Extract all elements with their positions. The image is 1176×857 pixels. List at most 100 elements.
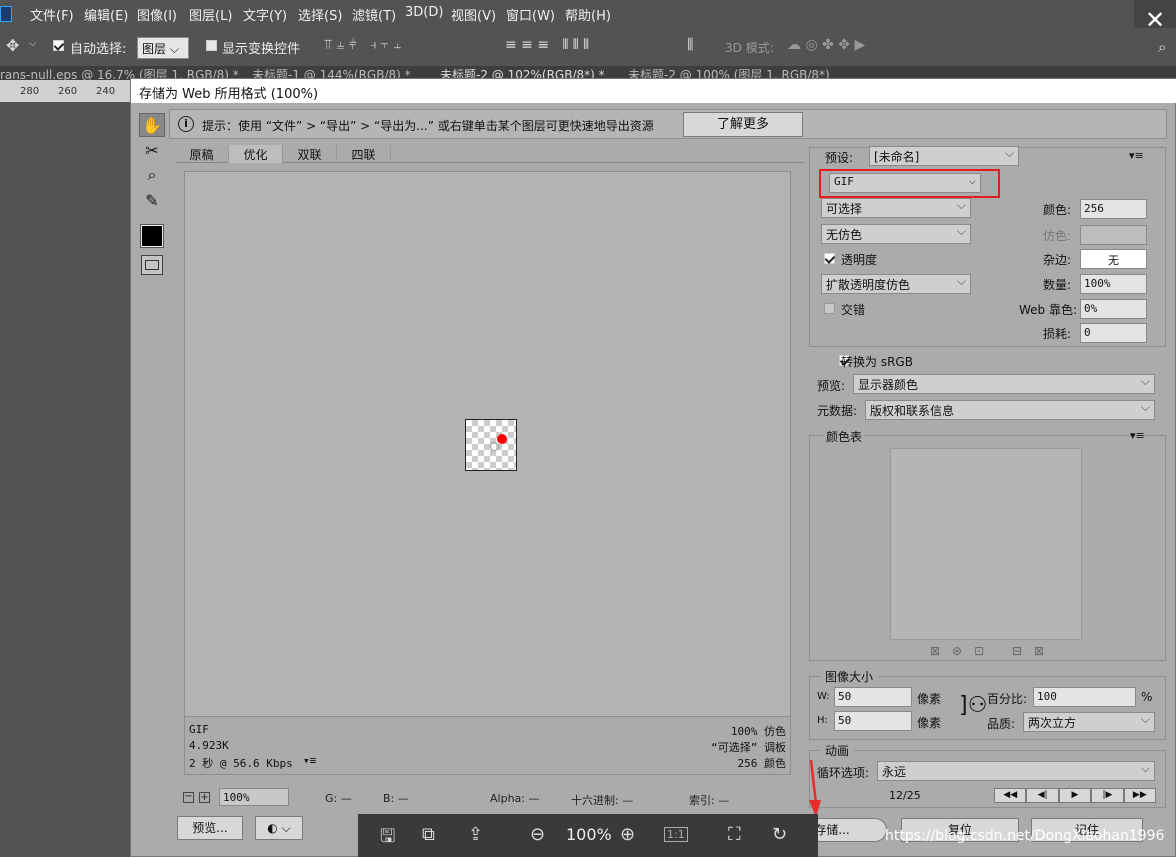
auto-select-label: 自动选择: — [70, 42, 127, 57]
auto-align-icon[interactable]: ⫼ — [687, 37, 693, 53]
format-select[interactable]: GIF — [829, 173, 981, 193]
search-icon[interactable]: ⌕ — [1158, 38, 1166, 56]
tab-4-up[interactable]: 四联 — [337, 145, 391, 163]
browser-select-button[interactable]: ◐ ⌵ — [255, 816, 303, 840]
red-arrow-annotation — [809, 760, 821, 817]
auto-select-checkbox[interactable] — [53, 40, 64, 51]
matte-label: 杂边: — [1043, 253, 1072, 267]
show-transform-label: 显示变换控件 — [222, 42, 301, 57]
info-colors: 256 颜色 — [737, 757, 787, 770]
amount-input[interactable]: 100% — [1080, 274, 1147, 294]
toggle-slices-icon[interactable] — [141, 255, 163, 275]
convert-srgb-label: 转换为 sRGB — [841, 355, 913, 369]
info-size: 4.923K — [189, 739, 229, 752]
width-input[interactable]: 50 — [834, 687, 912, 707]
preview-mode-select[interactable]: 显示器颜色 — [853, 374, 1155, 394]
transparency-checkbox[interactable] — [824, 253, 835, 264]
percent-sign: % — [1141, 690, 1153, 704]
menu-type[interactable]: 文字(Y) — [243, 5, 287, 24]
eyedropper-tool-icon[interactable]: ✎ — [139, 189, 165, 213]
play-icon[interactable]: ▶ — [1058, 788, 1092, 803]
last-frame-icon[interactable]: ▶▶ — [1123, 788, 1157, 803]
quality-select[interactable]: 两次立方 — [1023, 712, 1155, 732]
zoom-out-icon[interactable]: ⊖ — [530, 824, 545, 845]
save-icon[interactable]: 🖫 — [380, 824, 395, 854]
panel-menu-icon[interactable]: ▾≡ — [1129, 149, 1144, 162]
metadata-select[interactable]: 版权和联系信息 — [865, 400, 1155, 420]
open-external-icon[interactable]: ⧉ — [422, 824, 435, 845]
align-icons-group-1[interactable]: ⫪ ⫨ ⫩ ⫞ ⫟ ⫠ — [324, 37, 401, 53]
menu-layer[interactable]: 图层(L) — [189, 5, 232, 24]
distribute-icons-group[interactable]: ≡ ≡ ≡ ⫴ ⫴ ⫴ — [505, 37, 589, 53]
tip-text: 提示：使用 “文件” > “导出” > “导出为...” 或右键单击某个图层可更… — [202, 119, 654, 133]
lossy-input[interactable]: 0 — [1080, 323, 1147, 343]
menu-window[interactable]: 窗口(W) — [506, 5, 555, 24]
next-frame-icon[interactable]: |▶ — [1091, 788, 1124, 803]
menu-image[interactable]: 图像(I) — [137, 5, 177, 24]
preset-label: 预设: — [825, 151, 854, 165]
menu-select[interactable]: 选择(S) — [298, 5, 342, 24]
tab-optimized[interactable]: 优化 — [229, 145, 283, 163]
preset-select[interactable]: [未命名] — [869, 146, 1019, 166]
animation-title: 动画 — [820, 742, 855, 759]
link-proportions-icon[interactable]: ]⚇ — [959, 693, 987, 718]
layer-select[interactable]: 图层 ⌵ — [137, 37, 189, 59]
transparency-dither-select[interactable]: 扩散透明度仿色 — [821, 274, 971, 294]
matte-select[interactable]: 无 — [1080, 249, 1147, 269]
info-format: GIF — [189, 723, 209, 736]
interlace-checkbox[interactable] — [824, 303, 835, 314]
web-snap-input[interactable]: 0% — [1080, 299, 1147, 319]
dither-amount-input[interactable] — [1080, 225, 1147, 245]
zoom-tool-icon[interactable]: ⌕ — [139, 163, 165, 187]
move-tool-icon[interactable]: ✥ — [6, 36, 19, 55]
colors-label: 颜色: — [1043, 203, 1072, 217]
zoom-out-icon[interactable]: − — [183, 792, 194, 803]
color-table-title: 颜色表 — [824, 428, 865, 445]
eyedropper-color-swatch[interactable] — [140, 224, 164, 248]
percent-input[interactable]: 100 — [1033, 687, 1136, 707]
menu-view[interactable]: 视图(V) — [451, 5, 496, 24]
share-icon[interactable]: ⇪ — [468, 824, 483, 845]
dither-algorithm-select[interactable]: 无仿色 — [821, 224, 971, 244]
tab-2-up[interactable]: 双联 — [283, 145, 337, 163]
menu-bar: 文件(F) 编辑(E) 图像(I) 图层(L) 文字(Y) 选择(S) 滤镜(T… — [0, 0, 1176, 28]
menu-edit[interactable]: 编辑(E) — [84, 5, 128, 24]
rotate-icon[interactable]: ↻ — [772, 824, 787, 845]
zoom-in-icon[interactable]: + — [199, 792, 210, 803]
red-dot-mark — [497, 434, 507, 444]
previous-frame-icon[interactable]: ◀| — [1026, 788, 1059, 803]
menu-3d[interactable]: 3D(D) — [405, 5, 443, 20]
browser-icon: ◐ — [267, 821, 278, 835]
image-thumbnail — [465, 419, 517, 471]
height-input[interactable]: 50 — [834, 711, 912, 731]
image-preview-area[interactable] — [184, 171, 791, 717]
metadata-label: 元数据: — [817, 404, 858, 418]
chevron-down-icon[interactable]: ⌵ — [29, 38, 37, 49]
color-table-swatches[interactable] — [890, 448, 1082, 640]
color-table-menu-icon[interactable]: ▾≡ — [1130, 429, 1145, 442]
color-table-action-icons[interactable]: ⊠⊛⊡ ⊟⊠ — [930, 644, 1056, 658]
loop-select[interactable]: 永远 — [877, 761, 1155, 781]
tab-original[interactable]: 原稿 — [175, 145, 229, 163]
info-menu-icon[interactable]: ▾≡ — [303, 754, 316, 767]
fit-screen-icon[interactable]: ⛶ — [728, 824, 741, 845]
ruler-tick: 280 — [20, 86, 40, 97]
menu-filter[interactable]: 滤镜(T) — [352, 5, 396, 24]
mode-3d-icons[interactable]: ☁ ◎ ✤ ✥ ▶ — [787, 37, 865, 53]
menu-help[interactable]: 帮助(H) — [565, 5, 611, 24]
status-alpha: Alpha: — — [490, 792, 540, 805]
color-reduction-select[interactable]: 可选择 — [821, 198, 971, 218]
ruler-tick: 240 — [96, 86, 116, 97]
hand-tool-icon[interactable]: ✋ — [139, 113, 165, 137]
zoom-level-select[interactable]: 100% — [219, 788, 289, 806]
actual-size-icon[interactable]: 1:1 — [664, 827, 688, 842]
show-transform-checkbox[interactable] — [206, 40, 217, 51]
slice-select-tool-icon[interactable]: ✂ — [139, 139, 165, 163]
colors-input[interactable]: 256 — [1080, 199, 1147, 219]
preview-button[interactable]: 预览... — [177, 816, 243, 840]
zoom-in-icon[interactable]: ⊕ — [620, 824, 635, 845]
first-frame-icon[interactable]: ◀◀ — [994, 788, 1027, 803]
menu-file[interactable]: 文件(F) — [30, 5, 74, 24]
options-bar: ✥ ⌵ 自动选择: 图层 ⌵ 显示变换控件 ⫪ ⫨ ⫩ ⫞ ⫟ ⫠ ≡ ≡ ≡ … — [0, 28, 1176, 66]
learn-more-button[interactable]: 了解更多 — [683, 112, 803, 137]
